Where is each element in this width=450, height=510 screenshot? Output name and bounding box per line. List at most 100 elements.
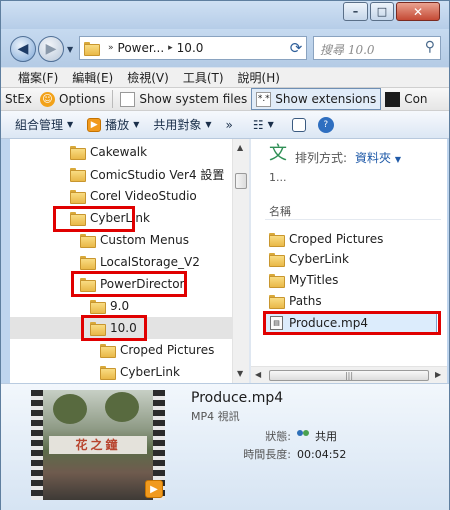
document-icon	[120, 91, 136, 107]
stex-label: StEx	[5, 92, 33, 106]
file-item-croped-pictures[interactable]: Croped Pictures	[269, 229, 383, 249]
detail-file-name: Produce.mp4	[191, 390, 284, 406]
tree-item-10-0[interactable]: 10.0	[10, 317, 232, 339]
refresh-button[interactable]: ⟳	[285, 37, 307, 59]
console-button[interactable]: Con	[381, 88, 431, 110]
video-thumbnail[interactable]: 花之鐘 ▶	[31, 390, 165, 500]
folder-icon	[100, 344, 116, 358]
folder-icon	[90, 300, 106, 314]
tree-item-cyberlink-sub[interactable]: CyberLink	[100, 361, 180, 383]
status-value: 共用	[315, 430, 337, 443]
folder-icon	[84, 42, 100, 56]
tree-item-comicstudio[interactable]: ComicStudio Ver4 設置	[70, 163, 224, 185]
breadcrumb-segment[interactable]: Power...	[118, 41, 165, 55]
folder-icon	[100, 366, 116, 380]
maximize-button[interactable]: □	[370, 2, 394, 21]
tree-item-powerdirector[interactable]: PowerDirector	[80, 273, 185, 295]
thumbnail-image: 花之鐘	[43, 390, 153, 500]
folder-icon	[70, 190, 86, 204]
file-item-cyberlink[interactable]: CyberLink	[269, 249, 349, 269]
detail-duration-row: 時間長度: 00:04:52	[211, 446, 346, 462]
folder-icon	[90, 322, 106, 336]
help-icon: ?	[317, 116, 334, 133]
play-badge-icon: ▶	[145, 480, 163, 498]
sort-label: 排列方式:	[295, 151, 348, 165]
sort-dropdown[interactable]: 資料夾 ▼	[355, 149, 401, 166]
file-list-hscrollbar[interactable]: ◀ ||| ▶	[251, 366, 447, 383]
tree-item-corel-videostudio[interactable]: Corel VideoStudio	[70, 185, 197, 207]
close-button[interactable]: ✕	[396, 2, 440, 21]
folder-icon	[70, 212, 86, 226]
share-with-button[interactable]: 共用對象 ▼	[153, 116, 211, 133]
column-header-name[interactable]: 名稱	[269, 203, 291, 219]
thumbnail-tree	[105, 392, 139, 422]
scroll-up-icon[interactable]: ▲	[237, 143, 243, 152]
menu-file[interactable]: 檔案(F)	[11, 69, 65, 86]
search-input[interactable]: 搜尋 10.0 ⚲	[313, 36, 441, 60]
menu-view[interactable]: 檢視(V)	[120, 69, 176, 86]
scrollbar-thumb[interactable]	[235, 173, 247, 189]
console-icon	[385, 91, 401, 107]
tree-item-cakewalk[interactable]: Cakewalk	[70, 141, 147, 163]
tree-item-croped-pictures[interactable]: Croped Pictures	[100, 339, 214, 361]
library-header: 文 排列方式: 資料夾 ▼	[269, 145, 401, 166]
search-icon: ⚲	[424, 39, 435, 55]
navigation-scrollbar[interactable]: ▲ ▼	[232, 139, 249, 383]
folder-icon	[269, 253, 285, 267]
organize-button[interactable]: 組合管理 ▼	[15, 116, 73, 133]
chevron-down-icon: ▼	[133, 120, 140, 129]
chevron-down-icon: ▼	[394, 155, 402, 164]
address-bar[interactable]: » Power... ▸ 10.0	[79, 36, 307, 60]
menu-help[interactable]: 說明(H)	[231, 69, 287, 86]
show-system-files-button[interactable]: Show system files	[116, 88, 251, 110]
scrollbar-thumb[interactable]: |||	[269, 370, 429, 381]
tree-item-9-0[interactable]: 9.0	[90, 295, 129, 317]
folder-icon	[70, 168, 86, 182]
duration-value: 00:04:52	[297, 447, 347, 461]
status-label: 狀態:	[265, 430, 291, 443]
file-item-paths[interactable]: Paths	[269, 291, 322, 311]
breadcrumb-segment[interactable]: 10.0	[177, 41, 204, 55]
help-button[interactable]: ?	[317, 116, 334, 133]
preview-pane-icon	[291, 117, 306, 132]
shared-users-icon	[297, 430, 311, 442]
scroll-down-icon[interactable]: ▼	[237, 369, 243, 378]
menu-edit[interactable]: 編輯(E)	[65, 69, 120, 86]
more-commands-button[interactable]: »	[226, 118, 233, 132]
chevron-right-icon[interactable]: »	[108, 43, 114, 53]
view-options-button[interactable]: ☷ ▼	[253, 118, 274, 132]
file-item-mytitles[interactable]: MyTitles	[269, 270, 338, 290]
detail-file-type: MP4 視訊	[191, 410, 240, 423]
stex-toolbar: StEx ☺ Options Show system files *.* Show …	[1, 87, 449, 111]
scroll-right-icon[interactable]: ▶	[435, 370, 441, 379]
navigation-pane: Cakewalk ComicStudio Ver4 設置 Corel Video…	[10, 139, 232, 383]
forward-arrow-icon: ▶	[45, 41, 57, 57]
recent-pages-dropdown[interactable]: ▼	[67, 45, 73, 54]
toolbar-separator	[112, 90, 114, 108]
preview-pane-button[interactable]	[291, 117, 306, 132]
scroll-left-icon[interactable]: ◀	[255, 370, 261, 379]
back-button[interactable]: ◀	[10, 36, 36, 62]
forward-button[interactable]: ▶	[38, 36, 64, 62]
menu-tools[interactable]: 工具(T)	[176, 69, 231, 86]
explorer-window: – □ ✕ ◀ ▶ ▼ » Power... ▸ 10.0 ⟳ 搜尋 10.0 …	[0, 0, 450, 510]
address-row: ◀ ▶ ▼ » Power... ▸ 10.0 ⟳ 搜尋 10.0 ⚲	[1, 29, 449, 67]
details-pane: 花之鐘 ▶ Produce.mp4 MP4 視訊 狀態: 共用 時間長度: 00…	[1, 383, 449, 510]
chevron-right-icon[interactable]: ▸	[168, 43, 173, 53]
folder-icon	[269, 233, 285, 247]
search-placeholder: 搜尋 10.0	[320, 43, 375, 57]
refresh-icon: ⟳	[289, 39, 303, 57]
tree-item-cyberlink[interactable]: CyberLink	[70, 207, 150, 229]
menu-bar: 檔案(F) 編輯(E) 檢視(V) 工具(T) 說明(H)	[1, 67, 449, 87]
file-item-produce-mp4[interactable]: ▤ Produce.mp4	[265, 313, 437, 333]
thumbnail-sign: 花之鐘	[49, 436, 147, 454]
folder-icon	[70, 146, 86, 160]
minimize-button[interactable]: –	[343, 2, 368, 21]
tree-item-localstorage[interactable]: LocalStorage_V2	[80, 251, 200, 273]
options-button[interactable]: ☺ Options	[36, 88, 109, 110]
show-extensions-button[interactable]: *.* Show extensions	[251, 88, 382, 110]
folder-icon	[80, 234, 96, 248]
play-button[interactable]: ▶ 播放 ▼	[87, 116, 139, 133]
play-icon: ▶	[87, 117, 102, 132]
tree-item-custom-menus[interactable]: Custom Menus	[80, 229, 189, 251]
